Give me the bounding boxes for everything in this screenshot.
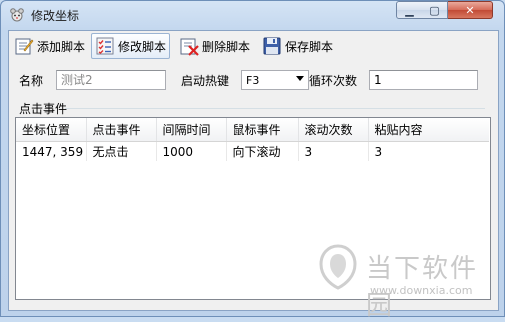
- col-header-interval[interactable]: 间隔时间: [156, 118, 227, 142]
- window-title: 修改坐标: [31, 9, 80, 23]
- close-button[interactable]: ✕: [448, 1, 493, 19]
- loop-count-input[interactable]: 1: [369, 70, 478, 90]
- maximize-button[interactable]: ▢: [422, 1, 448, 19]
- cell-mouse-event: 向下滚动: [226, 141, 299, 161]
- edit-script-icon: [96, 37, 114, 55]
- chevron-down-icon: [296, 76, 304, 81]
- name-label: 名称: [19, 74, 44, 88]
- add-script-label: 添加脚本: [37, 39, 86, 54]
- edit-script-button[interactable]: 修改脚本: [91, 33, 171, 59]
- app-mouse-icon: [10, 8, 24, 22]
- watermark-url: www.downxia.com: [370, 284, 473, 297]
- title-bar[interactable]: 修改坐标 ▁ ▢ ✕: [0, 0, 505, 30]
- table-row[interactable]: 1447, 359 无点击 1000 向下滚动 3 3: [16, 141, 489, 161]
- hotkey-value: F3: [246, 74, 260, 87]
- cell-position: 1447, 359: [16, 141, 87, 161]
- delete-script-label: 删除脚本: [202, 39, 251, 54]
- cell-paste-content: 3: [374, 144, 383, 159]
- edit-script-label: 修改脚本: [118, 39, 167, 54]
- hotkey-select[interactable]: F3: [241, 70, 309, 90]
- add-script-icon: [15, 38, 34, 55]
- save-script-label: 保存脚本: [285, 39, 334, 54]
- delete-script-icon: [180, 38, 199, 56]
- save-disk-icon: [263, 37, 281, 55]
- cell-scroll-count: 3: [298, 141, 369, 161]
- col-header-position[interactable]: 坐标位置: [16, 118, 87, 142]
- cell-interval: 1000: [156, 141, 227, 161]
- group-divider: [65, 108, 485, 109]
- cell-click-event: 无点击: [86, 141, 157, 161]
- toolbar: 添加脚本 修改脚本 删除脚本 保存脚本: [9, 33, 498, 61]
- minimize-icon: ▁: [405, 3, 414, 17]
- delete-script-button[interactable]: 删除脚本: [176, 33, 253, 59]
- col-header-scroll-count[interactable]: 滚动次数: [298, 118, 369, 142]
- name-input[interactable]: 测试2: [56, 70, 166, 90]
- col-header-paste-content[interactable]: 粘贴内容: [368, 118, 489, 142]
- click-events-group-title: 点击事件: [19, 102, 68, 116]
- maximize-icon: ▢: [429, 3, 440, 17]
- minimize-button[interactable]: ▁: [396, 1, 423, 19]
- col-header-click-event[interactable]: 点击事件: [86, 118, 157, 142]
- loop-count-label: 循环次数: [309, 74, 358, 88]
- watermark-logo-icon: [319, 244, 357, 290]
- save-script-button[interactable]: 保存脚本: [259, 33, 336, 59]
- close-icon: ✕: [465, 3, 475, 17]
- hotkey-label: 启动热键: [181, 74, 230, 88]
- add-script-button[interactable]: 添加脚本: [11, 33, 88, 59]
- table-header-row: 坐标位置 点击事件 间隔时间 鼠标事件 滚动次数 粘贴内容: [16, 118, 489, 142]
- col-header-mouse-event[interactable]: 鼠标事件: [226, 118, 299, 142]
